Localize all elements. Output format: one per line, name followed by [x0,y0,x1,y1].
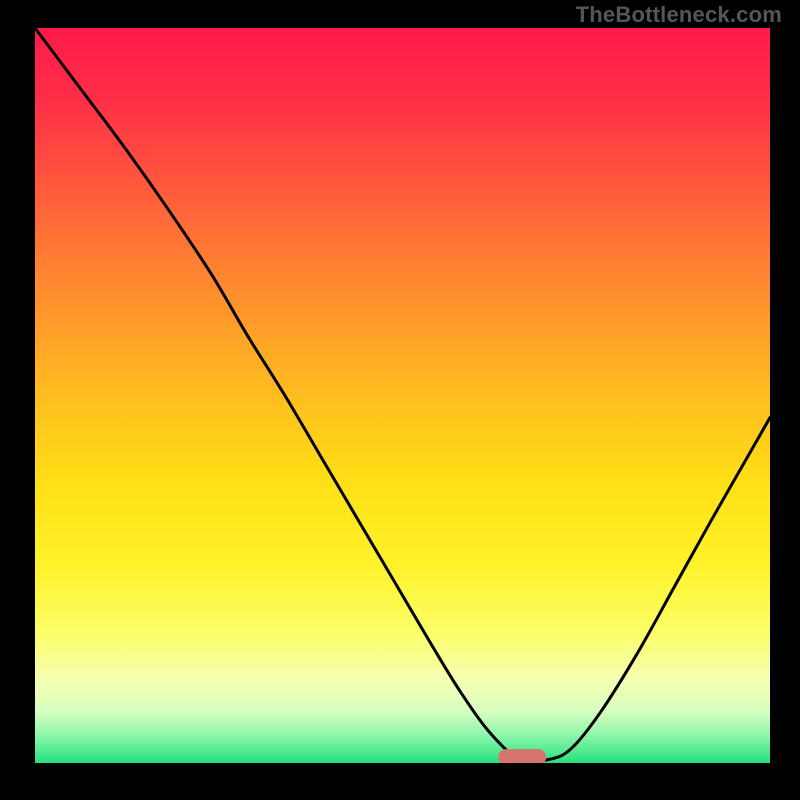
gradient-background [35,28,770,763]
chart-frame: TheBottleneck.com [0,0,800,800]
frame-border-bottom [0,763,800,800]
bottleneck-chart [0,0,800,800]
frame-border-right [770,0,800,800]
frame-border-left [0,0,35,800]
current-config-marker [498,749,546,765]
watermark-text: TheBottleneck.com [576,2,782,28]
